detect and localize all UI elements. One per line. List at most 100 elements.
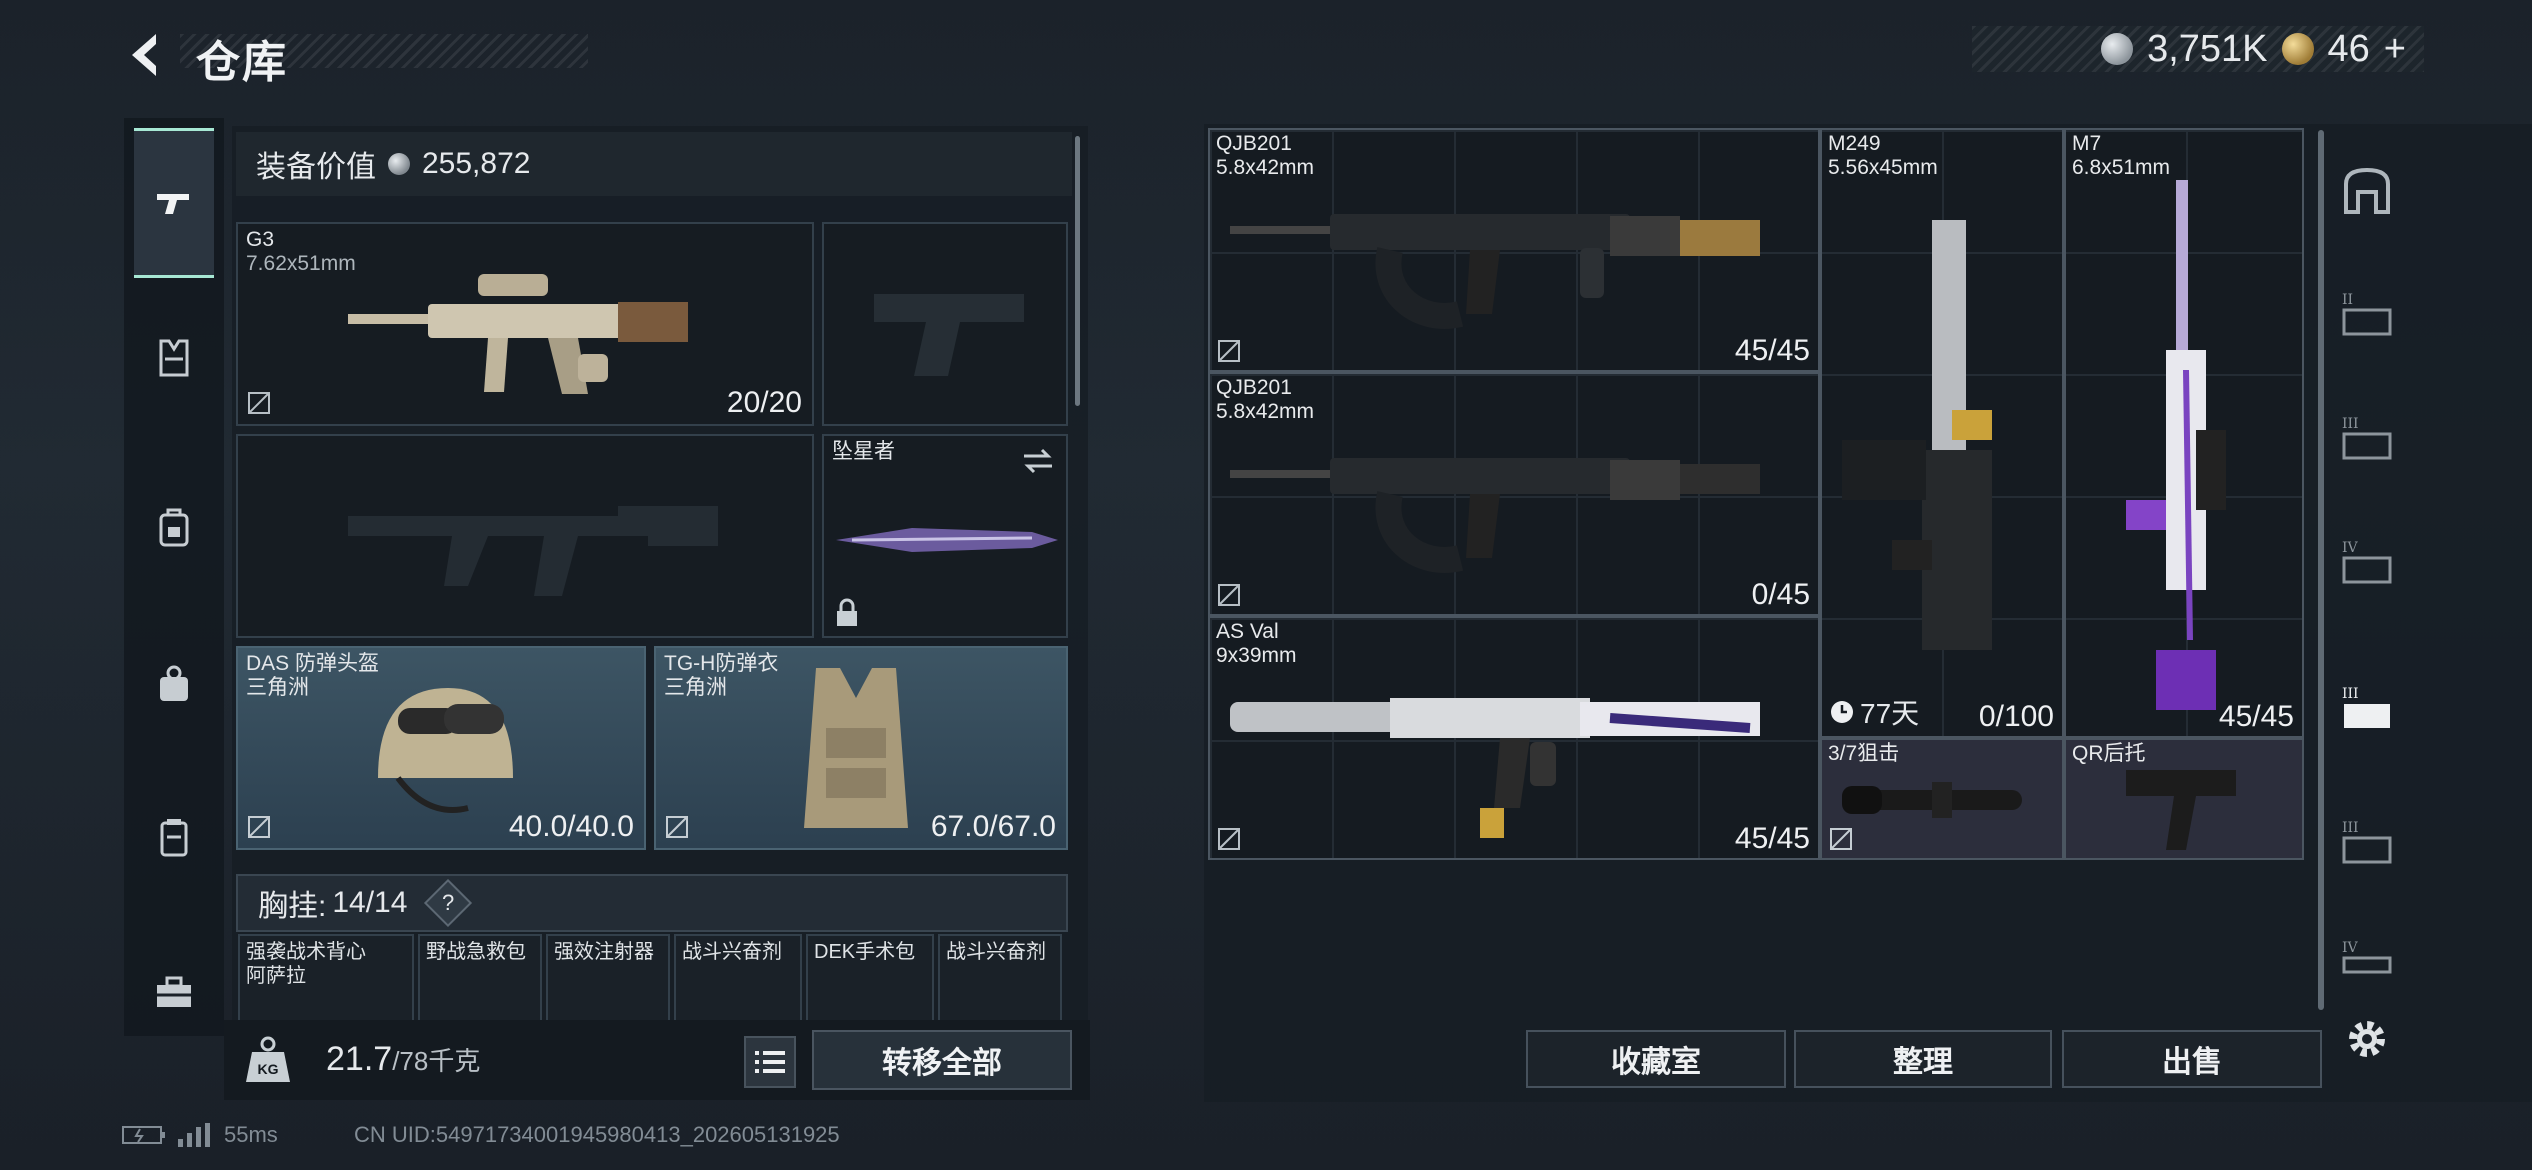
tab-toolbox[interactable] — [134, 952, 214, 1032]
scope-image — [1842, 782, 2022, 818]
pistol-icon — [157, 194, 189, 214]
no-insurance-icon — [666, 816, 688, 838]
svg-text:II: II — [2342, 292, 2353, 308]
lock-icon — [837, 598, 857, 626]
tab-backpack[interactable] — [134, 488, 214, 568]
tab-bag[interactable] — [134, 644, 214, 724]
tab-armor[interactable] — [134, 318, 214, 398]
rig-item[interactable]: 强袭战术背心 阿萨拉 — [238, 934, 414, 1024]
carry-weight: 21.7/78千克 — [326, 1040, 480, 1079]
tab-storage-tier-3-b[interactable]: III — [2334, 676, 2400, 742]
equipment-value-label: 装备价值 — [256, 151, 376, 184]
rig-item[interactable]: 野战急救包 — [418, 934, 542, 1024]
carry-weight-value: 21.7 — [326, 1040, 393, 1078]
storage-scrollbar[interactable] — [2318, 130, 2324, 1010]
weight-icon: KG — [246, 1036, 290, 1082]
tab-storage-tier-3[interactable]: III — [2334, 406, 2400, 472]
no-insurance-icon — [1830, 828, 1852, 850]
collection-button[interactable]: 收藏室 — [1526, 1030, 1786, 1088]
rental-timer: 77天 — [1830, 692, 1919, 732]
silver-coin-icon — [388, 153, 410, 175]
machine-gun-image — [1842, 220, 1992, 650]
storage-item-qjb201[interactable]: QJB201 5.8x42mm 0/45 — [1208, 372, 1820, 616]
armor-name-text: TG-H防弹衣 — [664, 652, 779, 675]
ammo-count: 45/45 — [1734, 822, 1810, 855]
chest-rig-label: 胸挂: — [258, 890, 327, 923]
helmet-image — [378, 688, 513, 813]
back-arrow-icon[interactable] — [120, 28, 174, 82]
storage-item-m249[interactable]: M249 5.56x45mm 77天 0/100 — [1820, 128, 2064, 738]
item-name-text: AS Val — [1216, 620, 1279, 643]
carry-weight-max: /78千克 — [392, 1046, 481, 1076]
storage-item-qjb201[interactable]: QJB201 5.8x42mm 45/45 — [1208, 128, 1820, 372]
clock-icon — [1831, 701, 1853, 723]
rig-item-name: DEK手术包 — [814, 941, 916, 963]
storage-item-m7[interactable]: M7 6.8x51mm 45/45 — [2064, 128, 2304, 738]
case-icon — [160, 819, 188, 857]
tab-storage-tier-4-b[interactable]: IV — [2334, 930, 2400, 996]
tier-4-alt-icon: IV — [2342, 940, 2392, 974]
pistol-placeholder-icon — [874, 294, 1024, 376]
knife-image — [836, 528, 1058, 552]
svg-text:III: III — [2342, 820, 2359, 836]
body-armor-slot[interactable]: TG-H防弹衣 三角洲 67.0/67.0 — [654, 646, 1068, 850]
no-insurance-icon — [1218, 828, 1240, 850]
helmet-slot[interactable]: DAS 防弹头盔 三角洲 40.0/40.0 — [236, 646, 646, 850]
no-insurance-icon — [248, 816, 270, 838]
rig-item[interactable]: 战斗兴奋剂 — [938, 934, 1062, 1024]
rig-item[interactable]: DEK手术包 — [806, 934, 934, 1024]
item-name-text: QJB201 — [1216, 132, 1292, 155]
bag-icon — [160, 665, 188, 701]
storage-item-as-val[interactable]: AS Val 9x39mm 45/45 — [1208, 616, 1820, 860]
organize-button[interactable]: 整理 — [1794, 1030, 2052, 1088]
ammo-count: 0/100 — [1978, 700, 2054, 733]
currency-bar: 3,751K 46 + — [1972, 26, 2424, 72]
transfer-all-button[interactable]: 转移全部 — [812, 1030, 1072, 1090]
svg-text:IV: IV — [2342, 940, 2359, 956]
primary-weapon-slot[interactable]: G3 7.62x51mm 20/20 — [236, 222, 814, 426]
storage-item-scope[interactable]: 3/7狙击 — [1820, 738, 2064, 860]
equipment-value-bar: 装备价值 255,872 — [236, 132, 1072, 196]
swap-icon[interactable] — [1022, 446, 1054, 476]
list-view-button[interactable] — [744, 1036, 796, 1088]
timer-text: 77天 — [1860, 698, 1920, 729]
sell-button[interactable]: 出售 — [2062, 1030, 2322, 1088]
tab-storage-main[interactable] — [2334, 158, 2400, 224]
rig-item[interactable]: 强效注射器 — [546, 934, 670, 1024]
rig-item-origin: 阿萨拉 — [246, 965, 306, 987]
help-button[interactable]: ? — [424, 878, 473, 928]
tab-weapons[interactable] — [134, 128, 214, 278]
signal-icon — [178, 1123, 210, 1147]
svg-text:III: III — [2342, 686, 2359, 702]
tab-storage-tier-2[interactable]: II — [2334, 282, 2400, 348]
tab-storage-tier-4[interactable]: IV — [2334, 530, 2400, 596]
ping: 55ms — [224, 1122, 278, 1147]
item-name: 3/7狙击 — [1828, 742, 1900, 765]
melee-slot[interactable]: 坠星者 — [822, 434, 1068, 638]
silver-coin-icon — [2101, 33, 2134, 65]
rig-item-name: 强袭战术背心 — [246, 941, 366, 963]
storage-item-stock[interactable]: QR后托 — [2064, 738, 2304, 860]
vest-image — [804, 668, 908, 828]
settings-gear-icon[interactable] — [2340, 1012, 2394, 1066]
ammo-count: 0/45 — [1751, 578, 1810, 611]
pistol-slot-empty[interactable] — [822, 222, 1068, 426]
helmet-name: DAS 防弹头盔 三角洲 — [246, 652, 379, 700]
armor-name: TG-H防弹衣 三角洲 — [664, 652, 778, 700]
status-bar: 55ms — [122, 1122, 278, 1148]
no-insurance-icon — [1218, 340, 1240, 362]
helmet-durability: 40.0/40.0 — [508, 810, 634, 843]
tab-case[interactable] — [134, 798, 214, 878]
rifle-placeholder-icon — [348, 506, 718, 596]
tab-storage-tier-3-c[interactable]: III — [2334, 810, 2400, 876]
svg-text:KG: KG — [258, 1061, 279, 1077]
rig-item[interactable]: 战斗兴奋剂 — [674, 934, 802, 1024]
item-name-text: QJB201 — [1216, 376, 1292, 399]
secondary-weapon-slot-empty[interactable] — [236, 434, 814, 638]
armor-durability: 67.0/67.0 — [930, 810, 1056, 843]
help-icon: ? — [442, 890, 455, 915]
add-currency-button[interactable]: + — [2384, 28, 2406, 71]
ammo-count: 45/45 — [1734, 334, 1810, 367]
gold-amount: 46 — [2327, 27, 2370, 70]
loadout-scrollbar[interactable] — [1075, 136, 1080, 406]
